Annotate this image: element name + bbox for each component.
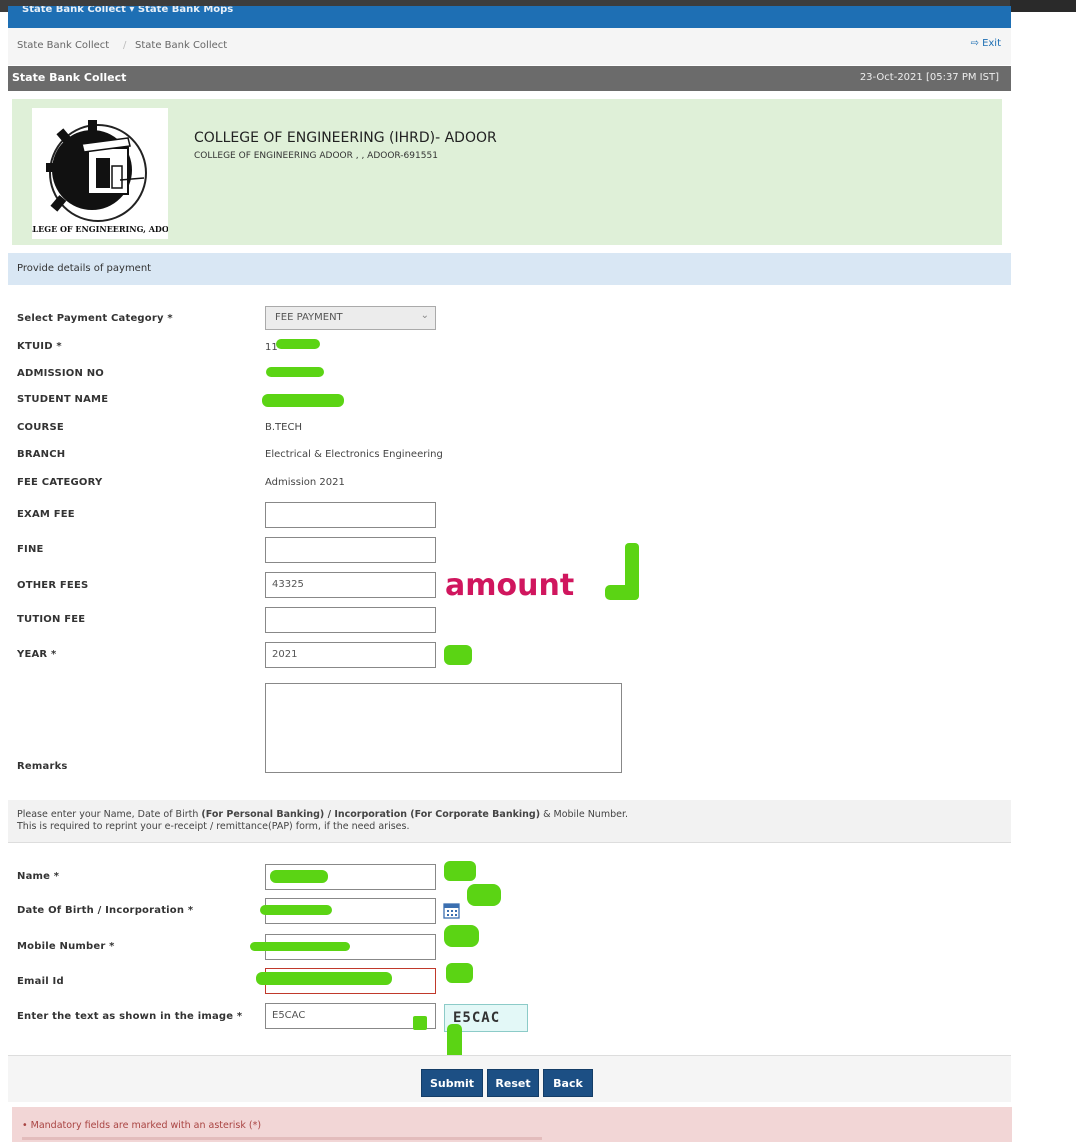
other-fees-input[interactable]: 43325 xyxy=(265,572,436,598)
breadcrumb-item-1[interactable]: State Bank Collect xyxy=(17,40,109,51)
page-title-bar: State Bank Collect 23-Oct-2021 [05:37 PM… xyxy=(8,66,1011,91)
payment-category-select[interactable]: FEE PAYMENT ⌄ xyxy=(265,306,436,330)
fine-label: FINE xyxy=(17,544,44,555)
payment-category-label: Select Payment Category * xyxy=(17,313,173,324)
captcha-label: Enter the text as shown in the image * xyxy=(17,1011,243,1022)
remarks-textarea[interactable] xyxy=(265,683,622,773)
ktuid-label: KTUID * xyxy=(17,341,62,352)
check-mark xyxy=(444,861,476,881)
college-address: COLLEGE OF ENGINEERING ADOOR , , ADOOR-6… xyxy=(194,151,438,161)
note-line-2: This is required to reprint your e-recei… xyxy=(17,821,410,832)
note-box: Please enter your Name, Date of Birth (F… xyxy=(8,800,1011,843)
fee-category-label: FEE CATEGORY xyxy=(17,477,103,488)
cut-off-line xyxy=(22,1137,542,1140)
tution-fee-input[interactable] xyxy=(265,607,436,633)
name-label: Name * xyxy=(17,871,60,882)
course-value: B.TECH xyxy=(265,422,302,433)
year-input[interactable]: 2021 xyxy=(265,642,436,668)
exit-icon: ⇨ xyxy=(970,38,979,49)
amount-annotation: amount xyxy=(445,568,575,603)
info-text: Provide details of payment xyxy=(17,263,152,274)
exam-fee-input[interactable] xyxy=(265,502,436,528)
browser-edge xyxy=(1010,0,1076,12)
nav-title[interactable]: State Bank Collect ▾ State Bank Mops xyxy=(22,6,233,15)
course-label: COURSE xyxy=(17,422,64,433)
redaction-mark xyxy=(270,870,328,883)
info-bar: Provide details of payment xyxy=(8,253,1011,285)
check-mark xyxy=(446,963,473,983)
year-label: YEAR * xyxy=(17,649,57,660)
chevron-down-icon: ⌄ xyxy=(420,310,429,321)
other-fees-label: OTHER FEES xyxy=(17,580,89,591)
top-nav-bar[interactable]: State Bank Collect ▾ State Bank Mops xyxy=(8,6,1011,28)
calendar-icon[interactable] xyxy=(443,902,460,919)
admission-no-label: ADMISSION NO xyxy=(17,368,105,379)
captcha-input[interactable]: E5CAC xyxy=(265,1003,436,1029)
fee-category-value: Admission 2021 xyxy=(265,477,345,488)
exit-link[interactable]: ⇨ Exit xyxy=(970,38,1001,49)
branch-label: BRANCH xyxy=(17,449,66,460)
redaction-mark xyxy=(262,394,344,407)
submit-button[interactable]: Submit xyxy=(421,1069,483,1097)
mandatory-notice: • Mandatory fields are marked with an as… xyxy=(12,1107,1012,1142)
mobile-label: Mobile Number * xyxy=(17,941,115,952)
exam-fee-label: EXAM FEE xyxy=(17,509,75,520)
college-name: COLLEGE OF ENGINEERING (IHRD)- ADOOR xyxy=(194,130,497,146)
check-mark xyxy=(444,925,479,947)
breadcrumb-separator: / xyxy=(123,40,127,51)
note-line-1: Please enter your Name, Date of Birth (F… xyxy=(17,809,629,820)
page-title: State Bank Collect xyxy=(12,71,127,84)
exit-label: Exit xyxy=(982,38,1001,49)
redaction-mark xyxy=(256,972,392,985)
breadcrumb: State Bank Collect / State Bank Collect … xyxy=(8,28,1011,65)
reset-button[interactable]: Reset xyxy=(487,1069,539,1097)
check-mark xyxy=(444,645,472,665)
remarks-label: Remarks xyxy=(17,761,68,772)
student-name-label: STUDENT NAME xyxy=(17,394,109,405)
branch-value: Electrical & Electronics Engineering xyxy=(265,449,443,460)
check-mark xyxy=(413,1016,427,1030)
redaction-mark xyxy=(250,942,350,951)
fine-input[interactable] xyxy=(265,537,436,563)
redaction-mark xyxy=(260,905,332,915)
college-logo-icon: *COLLEGE OF ENGINEERING, ADOOR* xyxy=(9,120,187,234)
college-logo: *COLLEGE OF ENGINEERING, ADOOR* xyxy=(9,108,187,239)
check-mark xyxy=(467,884,501,906)
redaction-mark xyxy=(276,339,320,349)
datetime: 23-Oct-2021 [05:37 PM IST] xyxy=(859,72,999,83)
breadcrumb-item-2[interactable]: State Bank Collect xyxy=(135,40,227,51)
email-label: Email Id xyxy=(17,976,64,987)
mandatory-text: • Mandatory fields are marked with an as… xyxy=(22,1120,262,1131)
check-mark xyxy=(605,585,637,600)
back-button[interactable]: Back xyxy=(543,1069,593,1097)
logo-text: *COLLEGE OF ENGINEERING, ADOOR* xyxy=(32,224,168,234)
dob-label: Date Of Birth / Incorporation * xyxy=(17,905,194,916)
payment-category-value: FEE PAYMENT xyxy=(275,312,343,323)
tution-fee-label: TUTION FEE xyxy=(17,614,86,625)
redaction-mark xyxy=(266,367,324,377)
